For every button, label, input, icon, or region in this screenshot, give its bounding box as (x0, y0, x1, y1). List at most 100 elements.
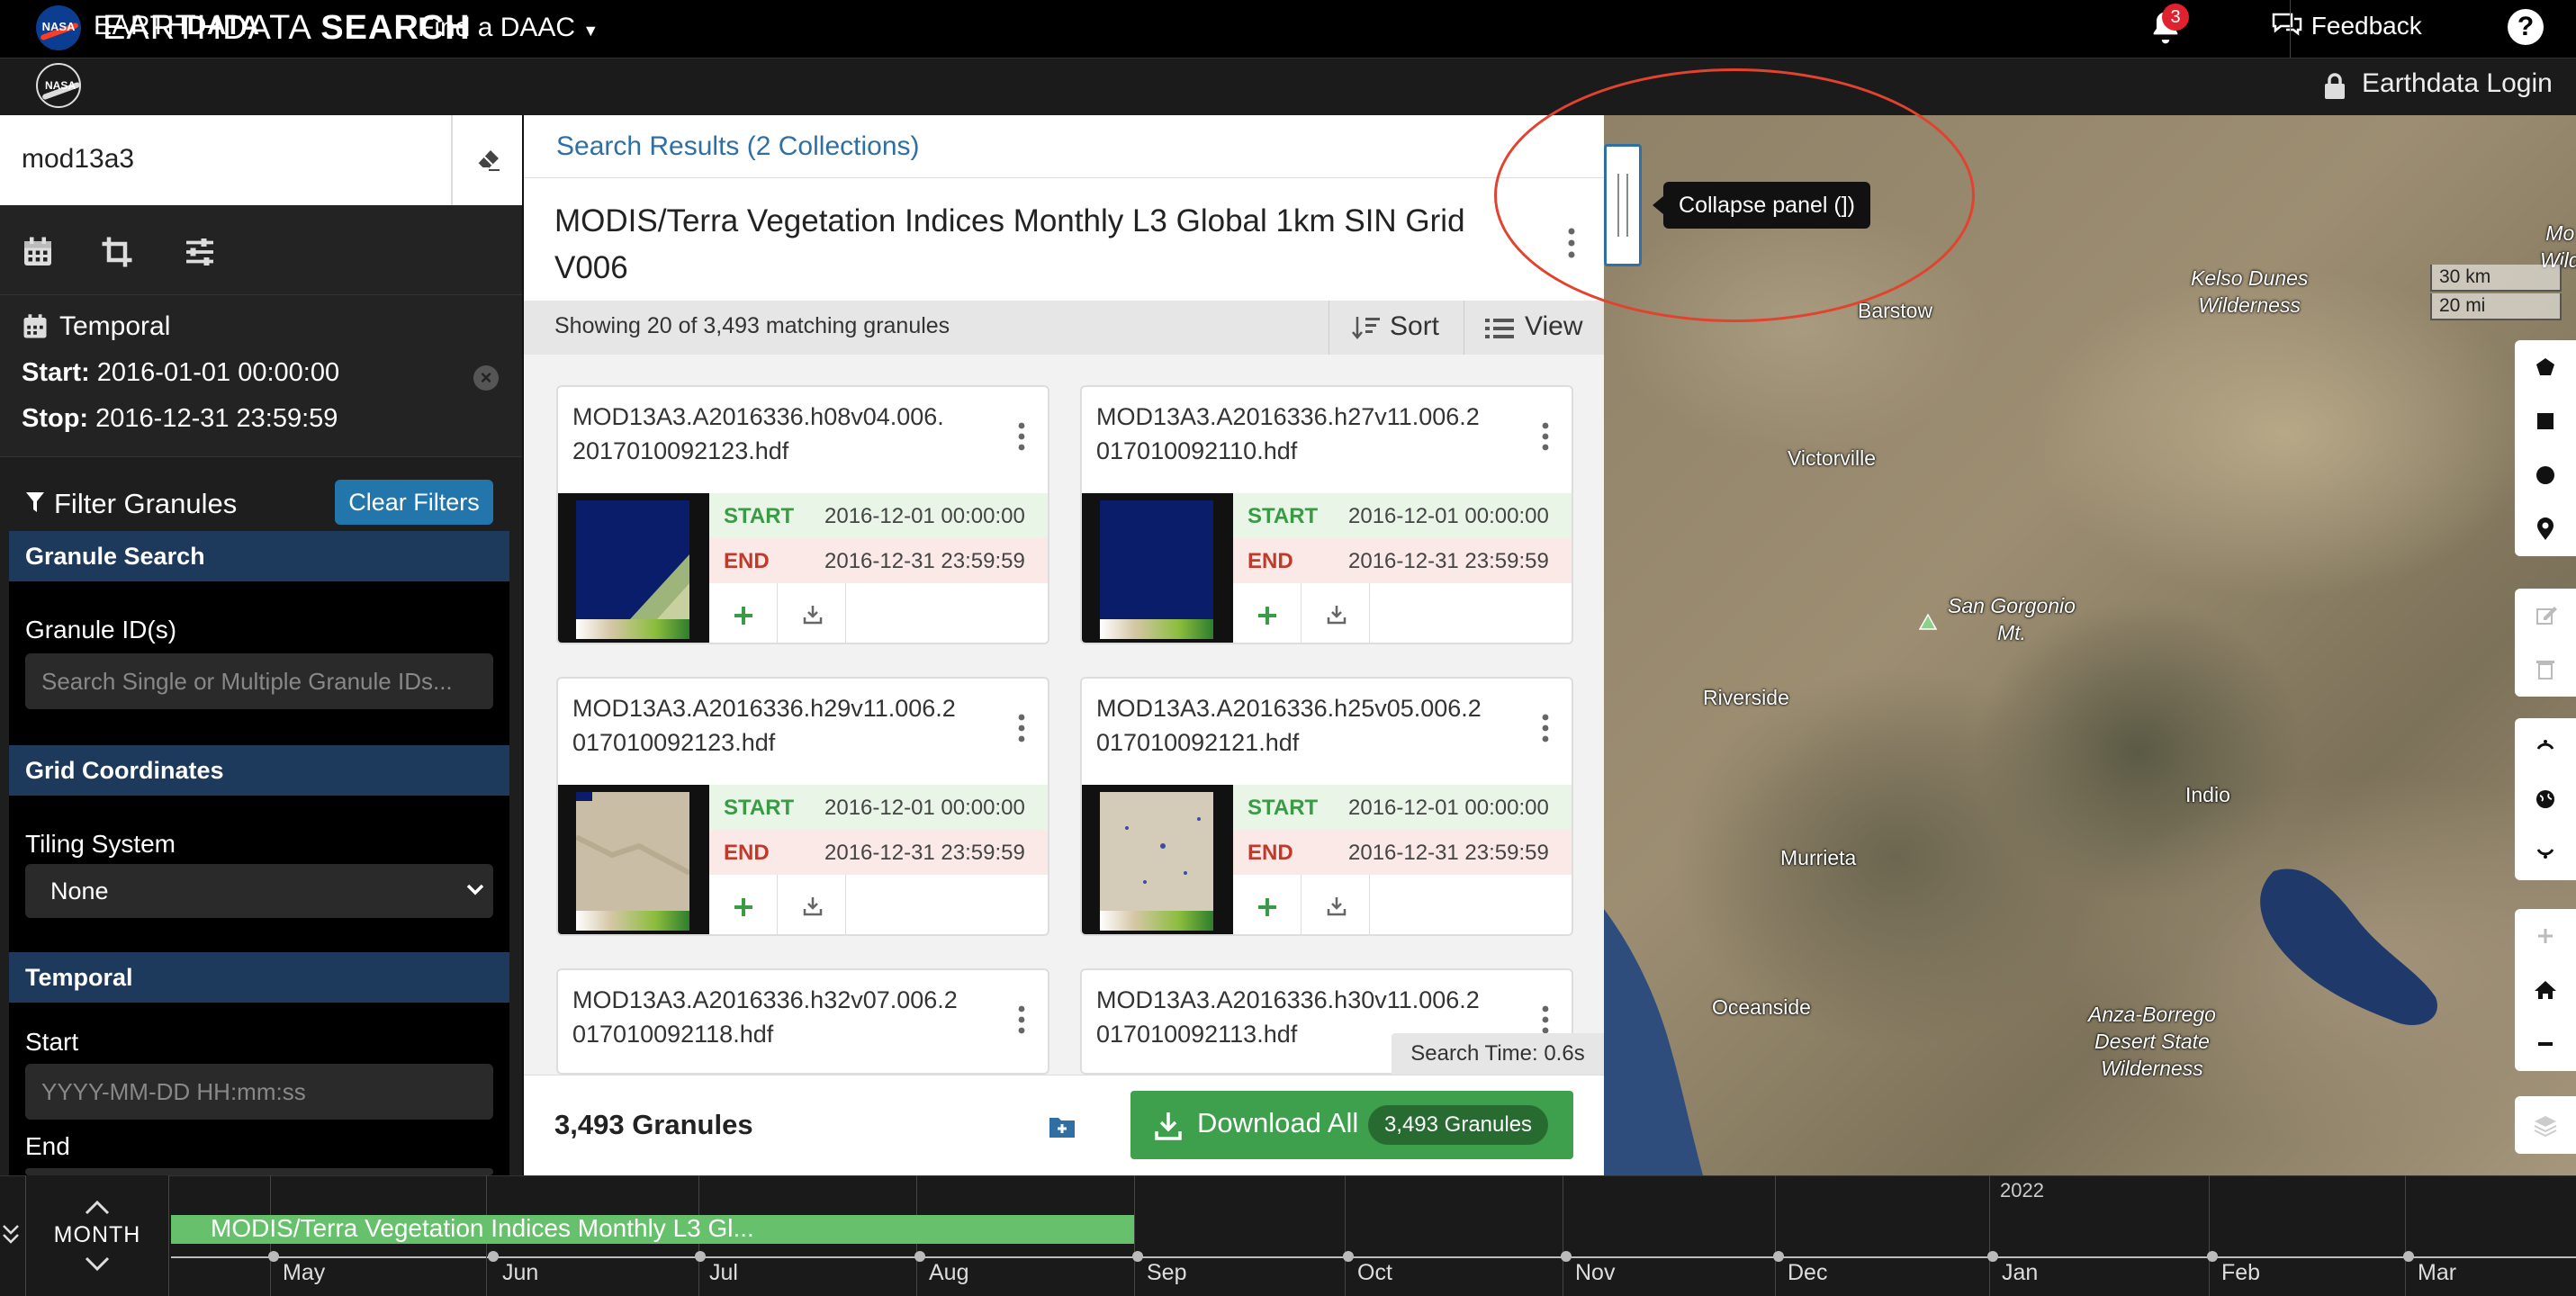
granule-thumbnail[interactable] (558, 493, 709, 643)
timeline-month-label: Dec (1788, 1260, 1828, 1285)
thumbnail-colorbar (1100, 911, 1213, 931)
download-icon (1327, 897, 1347, 916)
granule-name: MOD13A3.A2016336.h29v11.006.2 01701009212… (572, 695, 956, 756)
start-value: 2016-12-01 00:00:00 (1348, 504, 1549, 528)
download-granule-button[interactable] (778, 875, 846, 934)
add-to-project-icon[interactable] (1048, 1114, 1076, 1139)
granule-more-icon[interactable] (1541, 1004, 1550, 1035)
plus-icon (1258, 898, 1276, 916)
caret-down-icon: ▼ (582, 22, 599, 40)
temporal-stop-label: Stop: (22, 404, 89, 433)
draw-rectangle-icon[interactable] (2515, 394, 2576, 448)
download-all-label: Download All (1197, 1107, 1359, 1138)
add-granule-button[interactable] (1233, 875, 1302, 934)
granule-thumbnail[interactable] (1082, 493, 1233, 643)
granule-name: MOD13A3.A2016336.h25v05.006.2 01701009212… (1096, 695, 1482, 756)
home-icon[interactable] (2515, 963, 2576, 1017)
temporal-stop: Stop: 2016-12-31 23:59:59 (22, 404, 338, 434)
draw-circle-icon[interactable] (2515, 448, 2576, 502)
zoom-out-icon[interactable] (2515, 1017, 2576, 1071)
globe-icon[interactable] (2515, 772, 2576, 826)
nasa-logo[interactable]: NASA (36, 5, 81, 50)
temporal-end-field-label: End (25, 1132, 70, 1160)
granule-thumbnail[interactable] (1082, 785, 1233, 934)
add-granule-button[interactable] (1233, 583, 1302, 643)
timeline-month-divider (1989, 1175, 1990, 1296)
granule-card[interactable]: MOD13A3.A2016336.h32v07.006.2 01701009211… (556, 968, 1049, 1075)
timeline-tick (1132, 1251, 1143, 1262)
zoom-in-icon[interactable] (2515, 909, 2576, 963)
granule-card[interactable]: MOD13A3.A2016336.h08v04.006. 201701009212… (556, 385, 1049, 644)
lock-icon (2325, 73, 2345, 99)
timeline-tick (695, 1251, 706, 1262)
download-granule-button[interactable] (1302, 875, 1370, 934)
download-granule-button[interactable] (1302, 583, 1370, 643)
end-value: 2016-12-31 23:59:59 (1348, 841, 1549, 865)
showing-count: Showing 20 of 3,493 matching granules (554, 313, 950, 338)
timeline-month-label: Aug (929, 1260, 969, 1285)
add-granule-button[interactable] (709, 875, 778, 934)
timeline-month-divider (2209, 1175, 2210, 1296)
granule-more-icon[interactable] (1541, 421, 1550, 452)
thumbnail-colorbar (1100, 619, 1213, 639)
collection-title: MODIS/Terra Vegetation Indices Monthly L… (554, 203, 1465, 285)
plus-icon (734, 607, 752, 625)
crop-icon[interactable] (101, 236, 133, 268)
temporal-start: Start: 2016-01-01 00:00:00 (22, 358, 339, 388)
earthdata-login-button[interactable] (2290, 0, 2576, 58)
earthdata-search-title[interactable]: EARTHDATA SEARCH (103, 9, 471, 48)
download-granule-button[interactable] (778, 583, 846, 643)
temporal-start-input[interactable]: YYYY-MM-DD HH:mm:ss (25, 1064, 493, 1120)
tiling-system-label: Tiling System (25, 830, 176, 858)
layers-icon[interactable] (2515, 1098, 2576, 1152)
tiling-system-select[interactable]: None (25, 864, 493, 918)
granule-card[interactable]: MOD13A3.A2016336.h25v05.006.2 01701009212… (1080, 677, 1573, 936)
timeline-month-divider (1345, 1175, 1346, 1296)
timeline-tick (268, 1251, 279, 1262)
spatial-temporal-toolbar (0, 205, 522, 295)
granule-name: MOD13A3.A2016336.h32v07.006.2 01701009211… (572, 986, 958, 1048)
zoom-down-chevron-icon[interactable] (85, 1256, 110, 1273)
timeline-collapse-icon[interactable] (0, 1175, 25, 1296)
draw-point-icon[interactable] (2515, 502, 2576, 556)
zoom-up-chevron-icon[interactable] (85, 1199, 110, 1215)
section-grid-coordinates[interactable]: Grid Coordinates (9, 745, 509, 796)
granule-card[interactable]: MOD13A3.A2016336.h29v11.006.2 01701009212… (556, 677, 1049, 936)
section-temporal[interactable]: Temporal (9, 952, 509, 1003)
nasa-meatball-icon[interactable]: NASA (36, 63, 81, 108)
granule-more-icon[interactable] (1017, 1004, 1026, 1035)
timeline-month-label: Feb (2221, 1260, 2261, 1285)
granule-thumbnail-image (576, 500, 689, 619)
granule-more-icon[interactable] (1017, 713, 1026, 743)
south-polar-projection-icon[interactable] (2515, 826, 2576, 880)
north-polar-projection-icon[interactable] (2515, 718, 2576, 772)
edit-icon[interactable] (2515, 589, 2576, 643)
timeline-tick (1773, 1251, 1784, 1262)
sliders-icon[interactable] (184, 236, 216, 268)
granule-more-icon[interactable] (1541, 713, 1550, 743)
end-label: END (724, 841, 770, 865)
delete-icon[interactable] (2515, 643, 2576, 697)
calendar-icon[interactable] (22, 236, 54, 268)
layers-control (2515, 1096, 2576, 1154)
granule-thumbnail[interactable] (558, 785, 709, 934)
clear-filters-button[interactable]: Clear Filters (335, 480, 493, 525)
temporal-clear-icon[interactable]: × (473, 365, 499, 391)
map-place-label: Victorville (1788, 446, 1876, 470)
temporal-calendar-icon (23, 314, 47, 338)
thumbnail-colorbar (576, 911, 689, 931)
granule-card[interactable]: MOD13A3.A2016336.h27v11.006.2 01701009211… (1080, 385, 1573, 644)
add-granule-button[interactable] (709, 583, 778, 643)
granule-more-icon[interactable] (1017, 421, 1026, 452)
section-granule-search[interactable]: Granule Search (9, 531, 509, 581)
search-clear-button[interactable] (452, 115, 522, 205)
granule-id-input[interactable]: Search Single or Multiple Granule IDs... (25, 653, 493, 709)
search-results-breadcrumb[interactable]: Search Results (2 Collections) (556, 131, 920, 162)
timeline-tick (1987, 1251, 1998, 1262)
search-input[interactable]: mod13a3 (22, 144, 134, 175)
sort-icon (1352, 317, 1380, 339)
temporal-end-input[interactable] (25, 1168, 493, 1175)
list-icon (1485, 319, 1514, 338)
draw-polygon-icon[interactable] (2515, 340, 2576, 394)
timeline-month-divider (1134, 1175, 1135, 1296)
